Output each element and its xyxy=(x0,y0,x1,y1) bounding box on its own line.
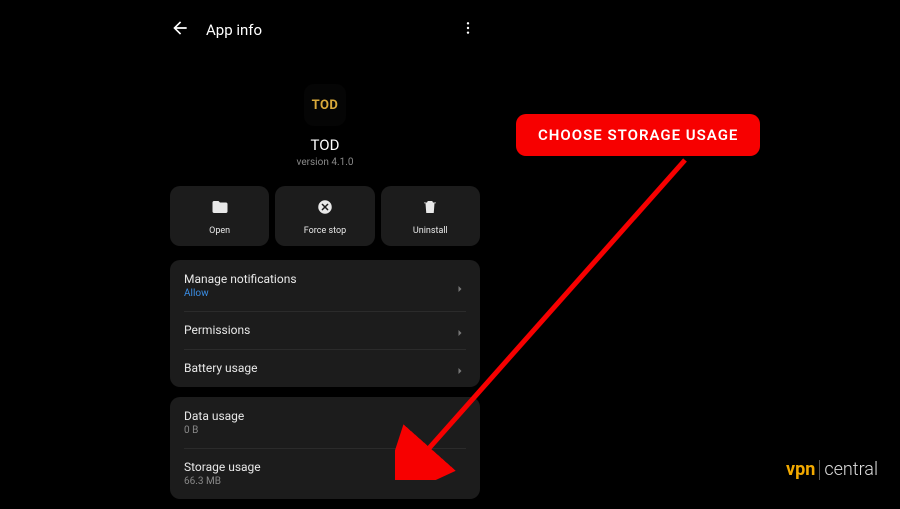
force-stop-button[interactable]: Force stop xyxy=(275,186,374,246)
watermark-left: vpn xyxy=(786,459,815,480)
chevron-right-icon xyxy=(454,362,466,374)
stop-icon xyxy=(316,198,334,220)
permissions-label: Permissions xyxy=(184,323,454,337)
back-icon[interactable] xyxy=(170,18,190,42)
app-version: version 4.1.0 xyxy=(297,157,354,168)
more-icon[interactable] xyxy=(456,16,480,44)
open-button[interactable]: Open xyxy=(170,186,269,246)
force-stop-label: Force stop xyxy=(304,226,346,236)
notifications-label: Manage notifications xyxy=(184,272,454,286)
chevron-right-icon xyxy=(454,324,466,336)
watermark-right: central xyxy=(824,459,878,480)
uninstall-label: Uninstall xyxy=(413,226,448,236)
storage-usage-sub: 66.3 MB xyxy=(184,476,466,487)
app-icon: TOD xyxy=(304,84,346,126)
battery-label: Battery usage xyxy=(184,361,454,375)
chevron-right-icon xyxy=(454,280,466,292)
instruction-callout: CHOOSE STORAGE USAGE xyxy=(516,114,760,156)
folder-icon xyxy=(211,198,229,220)
manage-notifications-row[interactable]: Manage notifications Allow xyxy=(170,260,480,311)
storage-usage-label: Storage usage xyxy=(184,460,466,474)
app-name: TOD xyxy=(311,136,340,154)
storage-usage-row[interactable]: Storage usage 66.3 MB xyxy=(170,448,480,499)
watermark-divider xyxy=(819,460,820,480)
uninstall-button[interactable]: Uninstall xyxy=(381,186,480,246)
open-label: Open xyxy=(209,226,230,236)
data-usage-label: Data usage xyxy=(184,409,466,423)
notifications-sub: Allow xyxy=(184,288,454,299)
permissions-row[interactable]: Permissions xyxy=(170,311,480,349)
app-info-screen: App info TOD TOD version 4.1.0 Open Forc… xyxy=(170,12,480,509)
watermark: vpn central xyxy=(786,459,878,480)
settings-card-2: Data usage 0 B Storage usage 66.3 MB xyxy=(170,397,480,499)
settings-card-1: Manage notifications Allow Permissions B… xyxy=(170,260,480,387)
app-icon-text: TOD xyxy=(312,98,339,113)
trash-icon xyxy=(421,198,439,220)
data-usage-sub: 0 B xyxy=(184,425,466,436)
app-summary: TOD TOD version 4.1.0 xyxy=(170,84,480,168)
header-bar: App info xyxy=(170,12,480,54)
action-buttons: Open Force stop Uninstall xyxy=(170,186,480,246)
data-usage-row[interactable]: Data usage 0 B xyxy=(170,397,480,448)
callout-text: CHOOSE STORAGE USAGE xyxy=(538,126,738,144)
page-title: App info xyxy=(206,21,262,39)
battery-row[interactable]: Battery usage xyxy=(170,349,480,387)
